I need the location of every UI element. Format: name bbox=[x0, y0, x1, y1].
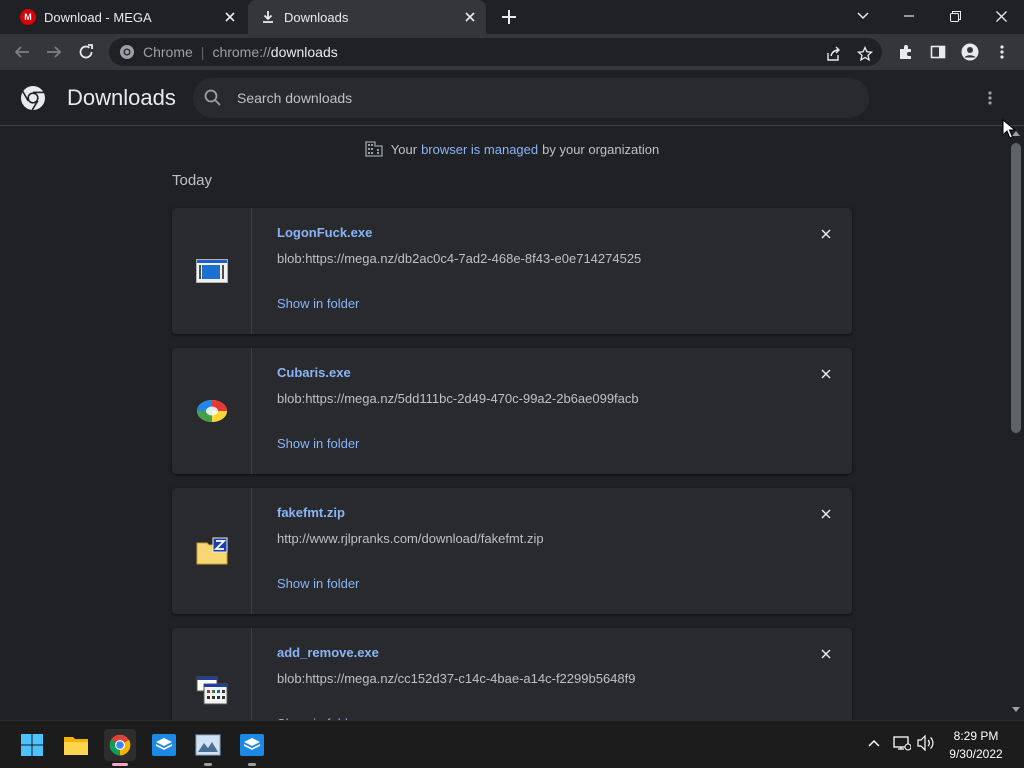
chrome-site-icon bbox=[120, 45, 134, 59]
windows-start-icon[interactable] bbox=[16, 729, 48, 761]
download-item: add_remove.exe blob:https://mega.nz/cc15… bbox=[172, 628, 852, 720]
file-explorer-icon[interactable] bbox=[60, 729, 92, 761]
network-icon[interactable] bbox=[892, 733, 912, 753]
chrome-logo-icon bbox=[21, 86, 45, 111]
date-section-label: Today bbox=[172, 172, 213, 189]
more-actions-icon[interactable] bbox=[978, 86, 1002, 110]
close-tab-icon[interactable] bbox=[220, 7, 240, 27]
download-item: Cubaris.exe blob:https://mega.nz/5dd111b… bbox=[172, 348, 852, 474]
close-window-button[interactable] bbox=[978, 0, 1024, 32]
remove-item-icon[interactable] bbox=[816, 504, 836, 524]
close-tab-icon[interactable] bbox=[460, 7, 480, 27]
installer-icon bbox=[196, 676, 227, 705]
managed-link[interactable]: browser is managed bbox=[421, 142, 538, 157]
browser-toolbar: Chrome | chrome:// downloads bbox=[0, 34, 1024, 70]
minimize-button[interactable] bbox=[886, 0, 932, 32]
mega-logo-icon: M bbox=[20, 9, 36, 25]
page-title: Downloads bbox=[67, 85, 176, 110]
file-url[interactable]: http://www.rjlpranks.com/download/fakefm… bbox=[277, 531, 544, 546]
url-scheme: chrome:// bbox=[212, 44, 271, 60]
search-icon bbox=[204, 89, 221, 106]
tab-strip: M Download - MEGA Downloads bbox=[0, 0, 1024, 34]
file-url[interactable]: blob:https://mega.nz/5dd111bc-2d49-470c-… bbox=[277, 391, 639, 406]
bookmark-star-icon[interactable] bbox=[855, 44, 875, 64]
show-hidden-icons-chevron-icon[interactable] bbox=[864, 733, 884, 753]
extensions-icon[interactable] bbox=[894, 40, 918, 64]
tab-mega[interactable]: M Download - MEGA bbox=[8, 0, 246, 34]
running-indicator bbox=[112, 763, 128, 766]
zip-folder-icon bbox=[196, 537, 227, 565]
clock-time: 8:29 PM bbox=[953, 729, 999, 743]
file-icon-column bbox=[172, 628, 252, 720]
search-input[interactable] bbox=[237, 90, 837, 106]
tab-title: Downloads bbox=[284, 9, 349, 25]
address-bar[interactable]: Chrome | chrome:// downloads bbox=[109, 38, 882, 66]
running-indicator bbox=[204, 763, 212, 766]
managed-text-before: Your bbox=[390, 141, 418, 157]
app-box-icon[interactable] bbox=[148, 729, 180, 761]
managed-text-after: by your organization bbox=[542, 141, 660, 157]
show-in-folder-link[interactable]: Show in folder bbox=[277, 576, 359, 591]
show-in-folder-link[interactable]: Show in folder bbox=[277, 436, 359, 451]
downloads-list: Your browser is managed by your organiza… bbox=[0, 127, 1008, 720]
side-panel-icon[interactable] bbox=[926, 40, 950, 64]
scroll-down-arrow-icon[interactable] bbox=[1012, 707, 1020, 712]
file-icon-column bbox=[172, 488, 252, 614]
tab-downloads[interactable]: Downloads bbox=[248, 0, 486, 34]
clock-date: 9/30/2022 bbox=[949, 747, 1003, 761]
file-name-link[interactable]: fakefmt.zip bbox=[277, 505, 345, 520]
chrome-menu-icon[interactable] bbox=[990, 40, 1014, 64]
forward-button[interactable] bbox=[40, 38, 68, 66]
file-url[interactable]: blob:https://mega.nz/cc152d37-c14c-4bae-… bbox=[277, 671, 635, 686]
system-clock[interactable]: 8:29 PM 9/30/2022 bbox=[936, 723, 1016, 767]
remove-item-icon[interactable] bbox=[816, 224, 836, 244]
new-tab-button[interactable] bbox=[498, 6, 520, 28]
color-sphere-icon bbox=[196, 400, 227, 422]
file-url[interactable]: blob:https://mega.nz/db2ac0c4-7ad2-468e-… bbox=[277, 251, 641, 266]
show-in-folder-link[interactable]: Show in folder bbox=[277, 296, 359, 311]
download-icon bbox=[260, 9, 276, 25]
tab-title: Download - MEGA bbox=[44, 9, 152, 25]
chrome-icon[interactable] bbox=[104, 729, 136, 766]
search-box[interactable] bbox=[193, 78, 869, 118]
windows-taskbar: 8:29 PM 9/30/2022 bbox=[0, 720, 1024, 768]
file-name-link[interactable]: LogonFuck.exe bbox=[277, 225, 372, 240]
app-box-2-icon[interactable] bbox=[236, 729, 268, 766]
downloads-header: Downloads bbox=[0, 70, 1024, 126]
file-icon-column bbox=[172, 208, 252, 334]
volume-icon[interactable] bbox=[916, 733, 936, 753]
share-icon[interactable] bbox=[823, 44, 843, 64]
back-button[interactable] bbox=[8, 38, 36, 66]
file-icon-column bbox=[172, 348, 252, 474]
reload-button[interactable] bbox=[72, 38, 100, 66]
remove-item-icon[interactable] bbox=[816, 364, 836, 384]
omnibox-separator: | bbox=[200, 44, 205, 60]
page-scrollbar[interactable] bbox=[1008, 127, 1024, 720]
running-indicator bbox=[248, 763, 256, 766]
remove-item-icon[interactable] bbox=[816, 644, 836, 664]
file-name-link[interactable]: Cubaris.exe bbox=[277, 365, 351, 380]
window-app-icon bbox=[195, 259, 228, 283]
site-name: Chrome bbox=[143, 44, 193, 60]
managed-notice: Your browser is managed by your organiza… bbox=[0, 141, 1008, 157]
profile-avatar-icon[interactable] bbox=[958, 40, 982, 64]
file-name-link[interactable]: add_remove.exe bbox=[277, 645, 379, 660]
tab-search-button[interactable] bbox=[840, 0, 886, 32]
download-item: fakefmt.zip http://www.rjlpranks.com/dow… bbox=[172, 488, 852, 614]
mouse-cursor-icon bbox=[1002, 119, 1016, 139]
building-icon bbox=[365, 141, 383, 157]
scroll-thumb[interactable] bbox=[1011, 143, 1021, 433]
download-item: LogonFuck.exe blob:https://mega.nz/db2ac… bbox=[172, 208, 852, 334]
url-path: downloads bbox=[270, 44, 338, 60]
restore-button[interactable] bbox=[932, 0, 978, 32]
image-viewer-icon[interactable] bbox=[192, 729, 224, 766]
